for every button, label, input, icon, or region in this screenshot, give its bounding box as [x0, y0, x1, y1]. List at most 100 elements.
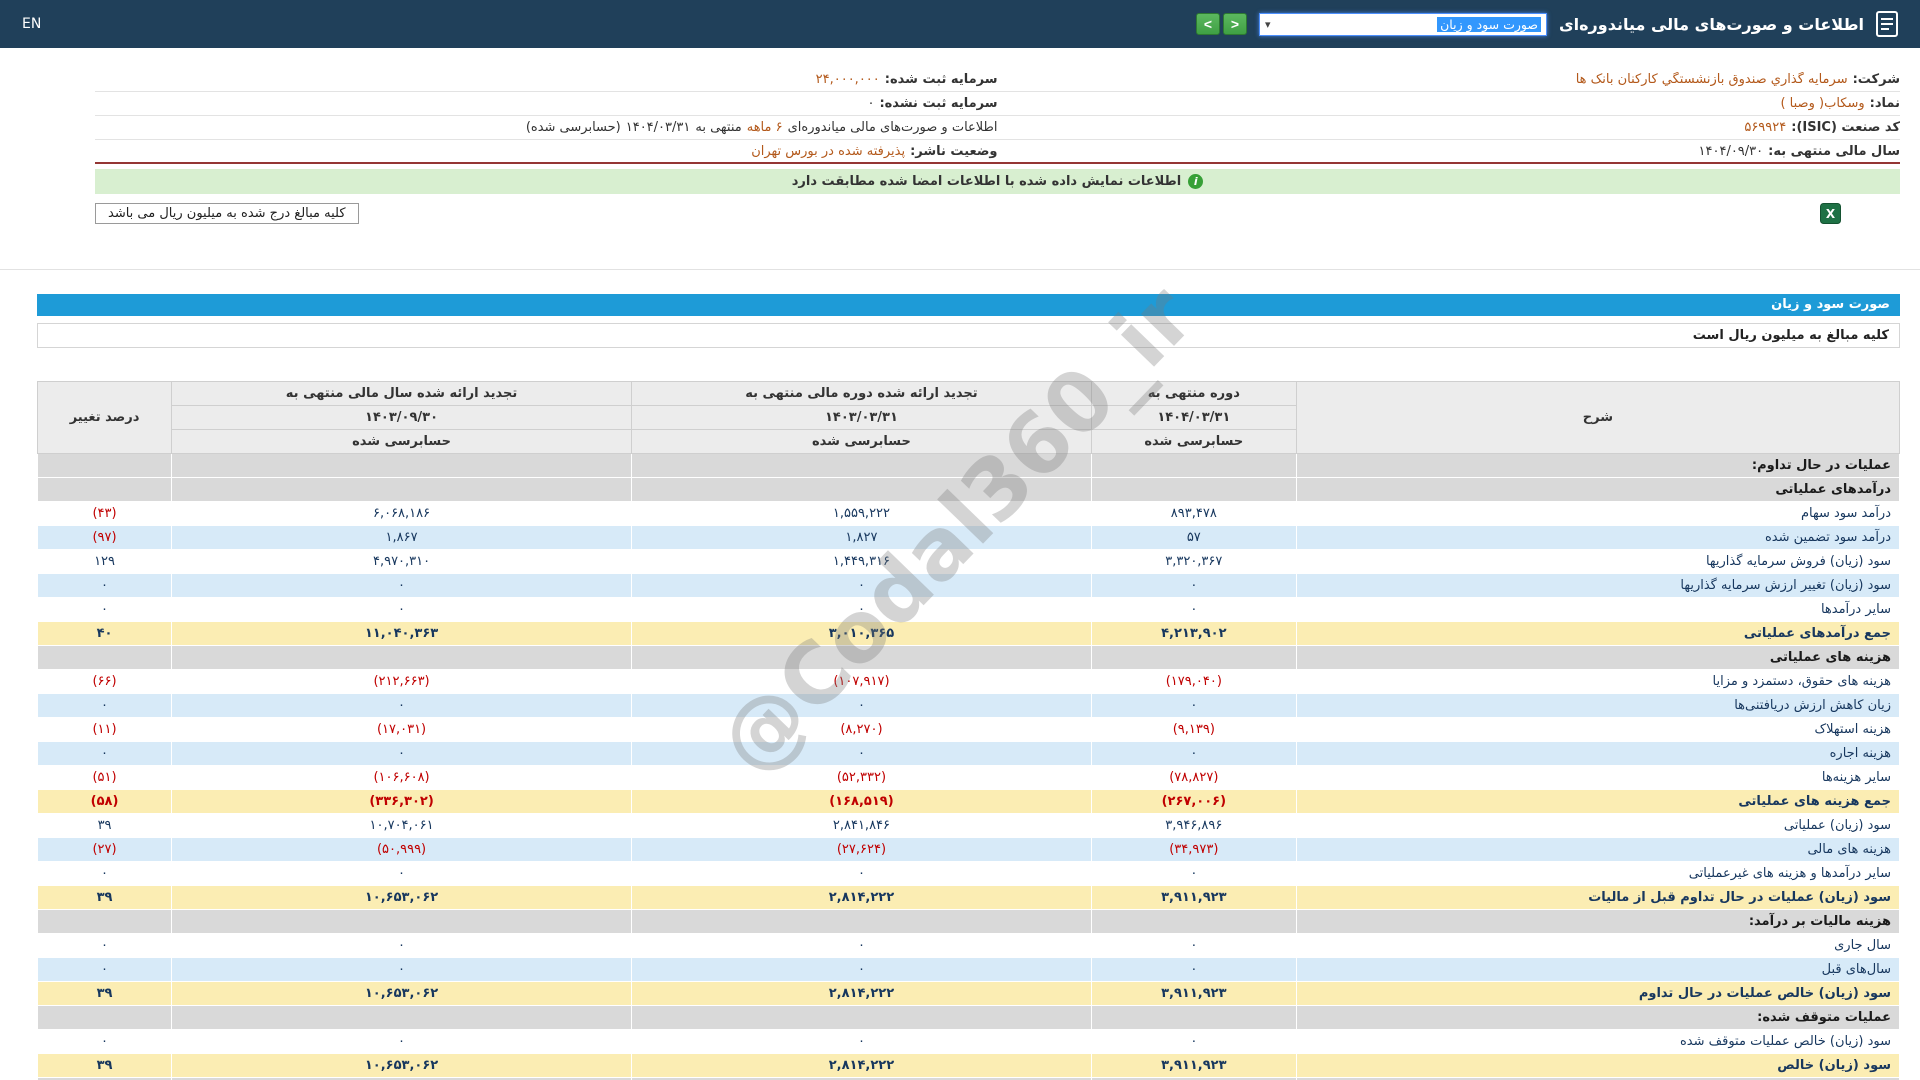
total-row: سود (زیان) خالص ۳,۹۱۱,۹۲۳ ۲,۸۱۴,۲۲۲ ۱۰,۶۵۳,…	[36, 1053, 1901, 1078]
row-label: سود (زیان) تغییر ارزش سرمایه گذاریها	[1295, 573, 1901, 598]
percent-change-cell	[36, 909, 173, 934]
statement-row: سایر درآمدها ۰ ۰ ۰ ۰	[36, 597, 1901, 622]
value-cell-1: (۵۲,۳۳۲)	[631, 765, 1092, 790]
row-label: هزینه های حقوق، دستمزد و مزایا	[1295, 669, 1901, 694]
row-label: عملیات در حال تداوم:	[1295, 453, 1901, 478]
percent-change-cell: ۰	[36, 573, 173, 598]
percent-change-cell: ۳۹	[36, 1053, 173, 1078]
value-cell-0	[1090, 645, 1297, 670]
info-row-symbol: نماد: وسکاب( وصبا ) سرمایه ثبت نشده: ۰	[95, 92, 1900, 116]
value-cell-2: ۱۰,۶۵۳,۰۶۲	[171, 1053, 632, 1078]
statement-title-bar: صورت سود و زیان	[37, 294, 1900, 316]
prev-report-button[interactable]: <	[1195, 13, 1220, 35]
unregistered-capital-field: سرمایه ثبت نشده: ۰	[95, 96, 997, 111]
excel-export-icon[interactable]: X	[1820, 203, 1841, 224]
row-label: سایر درآمدها و هزینه های غیرعملیاتی	[1295, 861, 1901, 886]
company-field: شرکت: سرمایه گذاري صندوق بازنشستگي کارکن…	[998, 72, 1900, 87]
info-circle-icon: i	[1188, 174, 1204, 189]
value-cell-2: ۰	[171, 957, 632, 982]
page-title: اطلاعات و صورت‌های مالی میاندوره‌ای	[1558, 14, 1864, 34]
col-header-restated-period: تجدید ارائه شده دوره مالی منتهی به	[631, 381, 1092, 406]
row-label: درآمد سود تضمین شده	[1295, 525, 1901, 550]
col-header-current-period: دوره منتهی به	[1090, 381, 1297, 406]
value-cell-2: ۰	[171, 741, 632, 766]
percent-change-cell	[36, 453, 173, 478]
col-audit-restated-period: حسابرسی شده	[631, 429, 1092, 454]
percent-change-cell: ۰	[36, 933, 173, 958]
report-type-select[interactable]: صورت سود و زیان ▾	[1258, 12, 1547, 36]
next-report-button[interactable]: >	[1222, 13, 1247, 35]
row-label: سود (زیان) فروش سرمایه گذاریها	[1295, 549, 1901, 574]
fiscal-year-label: سال مالی منتهی به:	[1768, 143, 1900, 159]
value-cell-0: ۰	[1090, 957, 1297, 982]
value-cell-1: ۱,۵۵۹,۲۲۲	[631, 501, 1092, 526]
unit-note-box: کلیه مبالغ درج شده به میلیون ریال می باش…	[95, 203, 359, 224]
row-label: سود (زیان) عملیاتی	[1295, 813, 1901, 838]
company-value: سرمایه گذاري صندوق بازنشستگي کارکنان بان…	[1575, 72, 1848, 87]
codal-logo-icon	[1876, 11, 1898, 37]
value-cell-0: ۰	[1090, 933, 1297, 958]
value-cell-0: (۹,۱۳۹)	[1090, 717, 1297, 742]
value-cell-0: (۳۴,۹۷۳)	[1090, 837, 1297, 862]
row-label: سال جاری	[1295, 933, 1901, 958]
percent-change-cell: ۰	[36, 597, 173, 622]
registered-capital-value: ۲۴,۰۰۰,۰۰۰	[815, 72, 880, 87]
percent-change-cell: (۴۳)	[36, 501, 173, 526]
report-nav-buttons: > <	[1195, 13, 1247, 35]
svg-text:X: X	[1826, 207, 1836, 221]
row-label: درآمد سود سهام	[1295, 501, 1901, 526]
value-cell-0: (۲۶۷,۰۰۶)	[1090, 789, 1297, 814]
row-label: هزینه مالیات بر درآمد:	[1295, 909, 1901, 934]
value-cell-2: ۱۱,۰۴۰,۳۶۳	[171, 621, 632, 646]
percent-change-cell: ۱۲۹	[36, 549, 173, 574]
period-info-field: اطلاعات و صورت‌های مالی میاندوره‌ای ۶ ما…	[95, 120, 998, 135]
statement-row: هزینه استهلاک (۹,۱۳۹) (۸,۲۷۰) (۱۷,۰۳۱) (۱۱)	[36, 717, 1901, 742]
value-cell-0	[1090, 477, 1297, 502]
symbol-label: نماد:	[1869, 96, 1900, 111]
value-cell-1: ۰	[631, 693, 1092, 718]
period-audit-note: (حسابرسی شده)	[525, 120, 621, 135]
value-cell-0: ۰	[1090, 693, 1297, 718]
value-cell-2: (۲۱۲,۶۶۳)	[171, 669, 632, 694]
statement-row: سود (زیان) تغییر ارزش سرمایه گذاریها ۰ ۰ ۰ ۰	[36, 573, 1901, 598]
row-label: سایر درآمدها	[1295, 597, 1901, 622]
income-statement-body: عملیات در حال تداوم: درآمدهای عملیاتی درآم…	[36, 453, 1901, 1080]
section-divider	[0, 269, 1920, 270]
value-cell-1: ۰	[631, 933, 1092, 958]
row-label: زیان کاهش ارزش دریافتنی‌ها	[1295, 693, 1901, 718]
value-cell-1: ۲,۸۴۱,۸۴۶	[631, 813, 1092, 838]
statement-row: سود (زیان) فروش سرمایه گذاریها ۳,۳۲۰,۳۶۷ ۱…	[36, 549, 1901, 574]
col-header-restated-year: تجدید ارائه شده سال مالی منتهی به	[171, 381, 632, 406]
period-end-date: ۱۴۰۴/۰۳/۳۱	[625, 120, 691, 135]
navbar-right-group: اطلاعات و صورت‌های مالی میاندوره‌ای صورت…	[1195, 11, 1898, 37]
info-row-fiscal: سال مالی منتهی به: ۱۴۰۴/۰۹/۳۰ وضعیت ناشر…	[95, 140, 1900, 164]
value-cell-1: ۰	[631, 573, 1092, 598]
percent-change-cell	[36, 477, 173, 502]
col-date-current-period: ۱۴۰۴/۰۳/۳۱	[1090, 405, 1297, 430]
col-audit-current-period: حسابرسی شده	[1090, 429, 1297, 454]
row-label: سود (زیان) خالص عملیات در حال تداوم	[1295, 981, 1901, 1006]
percent-change-cell: ۰	[36, 693, 173, 718]
statement-row: سایر هزینه‌ها (۷۸,۸۲۷) (۵۲,۳۳۲) (۱۰۶,۶۰۸) (۵…	[36, 765, 1901, 790]
table-header: شرح دوره منتهی به تجدید ارائه شده دوره م…	[36, 381, 1901, 454]
row-label: هزینه های مالی	[1295, 837, 1901, 862]
statement-unit-note: کلیه مبالغ به میلیون ریال است	[37, 323, 1900, 348]
value-cell-2: ۰	[171, 861, 632, 886]
value-cell-2: (۱۰۶,۶۰۸)	[171, 765, 632, 790]
unregistered-capital-value: ۰	[867, 96, 875, 111]
total-row: سود (زیان) خالص عملیات در حال تداوم ۳,۹۱۱…	[36, 981, 1901, 1006]
row-label: سود (زیان) عملیات در حال تداوم قبل از ما…	[1295, 885, 1901, 910]
row-label: جمع هزینه های عملیاتی	[1295, 789, 1901, 814]
value-cell-0	[1090, 1005, 1297, 1030]
col-date-restated-period: ۱۴۰۳/۰۳/۳۱	[631, 405, 1092, 430]
value-cell-2: ۶,۰۶۸,۱۸۶	[171, 501, 632, 526]
language-toggle[interactable]: EN	[22, 16, 41, 32]
issuer-status-value: پذيرفته شده در بورس تهران	[751, 143, 906, 159]
percent-change-cell: ۰	[36, 957, 173, 982]
percent-change-cell: (۶۶)	[36, 669, 173, 694]
statement-row: سود (زیان) عملیاتی ۳,۹۴۶,۸۹۶ ۲,۸۴۱,۸۴۶ ۱۰,۷…	[36, 813, 1901, 838]
chevron-down-icon: ▾	[1264, 17, 1271, 31]
value-cell-1: ۰	[631, 741, 1092, 766]
value-cell-0: ۰	[1090, 597, 1297, 622]
value-cell-1: (۸,۲۷۰)	[631, 717, 1092, 742]
